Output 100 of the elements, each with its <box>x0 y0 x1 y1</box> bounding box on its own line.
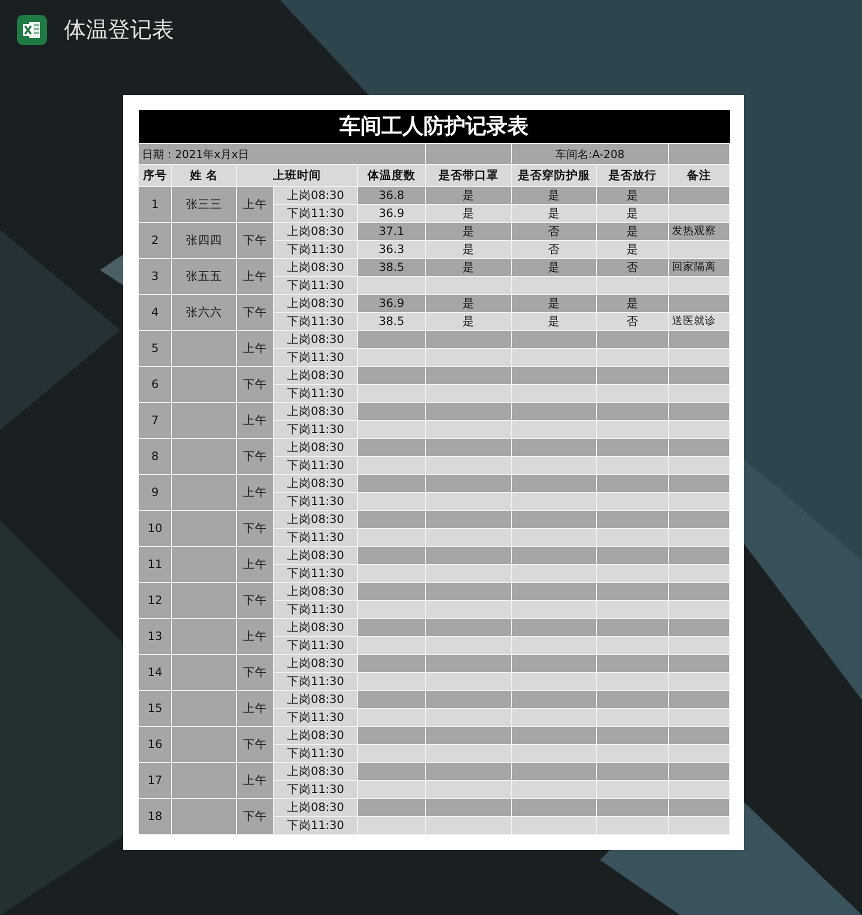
table-cell: 是 <box>512 294 596 312</box>
table-cell: 否 <box>512 240 596 258</box>
table-cell <box>358 348 426 366</box>
table-cell <box>358 672 426 690</box>
table-cell: 上岗08:30 <box>274 402 358 420</box>
table-cell <box>172 726 236 762</box>
table-cell: 张五五 <box>172 258 236 294</box>
table-cell: 上岗08:30 <box>274 258 358 276</box>
table-cell <box>358 474 426 492</box>
table-cell <box>596 276 668 294</box>
table-cell: 6 <box>138 366 172 402</box>
table-cell <box>668 618 730 636</box>
table-cell: 下岗11:30 <box>274 420 358 438</box>
table-cell: 17 <box>138 762 172 798</box>
table-cell <box>358 402 426 420</box>
table-cell: 上岗08:30 <box>274 618 358 636</box>
column-header: 是否放行 <box>596 164 668 186</box>
table-cell <box>668 402 730 420</box>
table-cell <box>668 672 730 690</box>
table-cell <box>596 492 668 510</box>
table-cell <box>668 762 730 780</box>
table-cell <box>668 384 730 402</box>
app-title: 体温登记表 <box>64 17 174 45</box>
table-cell: 下岗11:30 <box>274 456 358 474</box>
table-cell: 上午 <box>236 186 274 222</box>
table-cell: 上岗08:30 <box>274 366 358 384</box>
table-cell: 是 <box>596 186 668 204</box>
table-cell: 10 <box>138 510 172 546</box>
table-cell <box>596 456 668 474</box>
table-cell: 下岗11:30 <box>274 744 358 762</box>
table-cell: 张四四 <box>172 222 236 258</box>
table-cell: 是 <box>596 222 668 240</box>
table-cell <box>668 564 730 582</box>
table-cell <box>596 438 668 456</box>
table-cell: 上岗08:30 <box>274 582 358 600</box>
table-cell: 下岗11:30 <box>274 600 358 618</box>
table-cell <box>596 708 668 726</box>
table-cell: 是 <box>512 258 596 276</box>
table-cell <box>358 744 426 762</box>
table-cell <box>358 456 426 474</box>
table-cell <box>668 366 730 384</box>
table-cell: 发热观察 <box>668 222 730 240</box>
table-cell <box>668 186 730 204</box>
table-cell: 上岗08:30 <box>274 726 358 744</box>
table-cell <box>596 384 668 402</box>
table-cell <box>596 330 668 348</box>
table-cell <box>358 384 426 402</box>
table-cell <box>668 240 730 258</box>
table-cell <box>668 582 730 600</box>
table-cell <box>596 762 668 780</box>
table-cell: 下岗11:30 <box>274 708 358 726</box>
table-cell: 是 <box>426 240 512 258</box>
table-cell <box>358 798 426 816</box>
table-cell <box>172 546 236 582</box>
table-cell <box>172 798 236 834</box>
table-cell: 上岗08:30 <box>274 438 358 456</box>
table-cell <box>668 348 730 366</box>
table-cell <box>358 420 426 438</box>
table-cell: 36.8 <box>358 186 426 204</box>
table-cell <box>668 600 730 618</box>
spreadsheet-icon <box>17 15 47 45</box>
table-cell: 下岗11:30 <box>274 636 358 654</box>
table-cell <box>172 762 236 798</box>
table-cell <box>358 762 426 780</box>
table-cell <box>668 438 730 456</box>
table-cell: 上午 <box>236 258 274 294</box>
table-cell <box>358 564 426 582</box>
table-cell <box>172 690 236 726</box>
table-cell: 18 <box>138 798 172 834</box>
table-cell: 下岗11:30 <box>274 276 358 294</box>
table-cell <box>596 420 668 438</box>
column-header: 备注 <box>668 164 730 186</box>
table-cell: 36.9 <box>358 294 426 312</box>
table-cell <box>358 618 426 636</box>
table-cell: 下午 <box>236 726 274 762</box>
table-cell: 是 <box>596 294 668 312</box>
table-cell <box>358 510 426 528</box>
table-cell <box>596 816 668 834</box>
table-cell: 下岗11:30 <box>274 384 358 402</box>
table-cell: 是 <box>596 240 668 258</box>
table-cell <box>172 474 236 510</box>
date-cell: 日期：2021年x月x日 <box>138 144 426 164</box>
table-cell <box>172 330 236 366</box>
table-cell: 否 <box>512 222 596 240</box>
column-header: 姓 名 <box>172 164 236 186</box>
table-cell: 是 <box>426 294 512 312</box>
column-header: 上班时间 <box>236 164 358 186</box>
table-cell <box>668 510 730 528</box>
sheet-title: 车间工人防护记录表 <box>138 110 730 144</box>
table-cell: 是 <box>512 204 596 222</box>
table-cell <box>172 402 236 438</box>
table-cell: 13 <box>138 618 172 654</box>
table-cell: 上午 <box>236 330 274 366</box>
table-cell <box>596 546 668 564</box>
table-cell <box>668 690 730 708</box>
table-cell <box>668 816 730 834</box>
table-cell: 是 <box>596 204 668 222</box>
table-cell: 上岗08:30 <box>274 294 358 312</box>
table-cell <box>358 492 426 510</box>
table-cell: 是 <box>426 186 512 204</box>
